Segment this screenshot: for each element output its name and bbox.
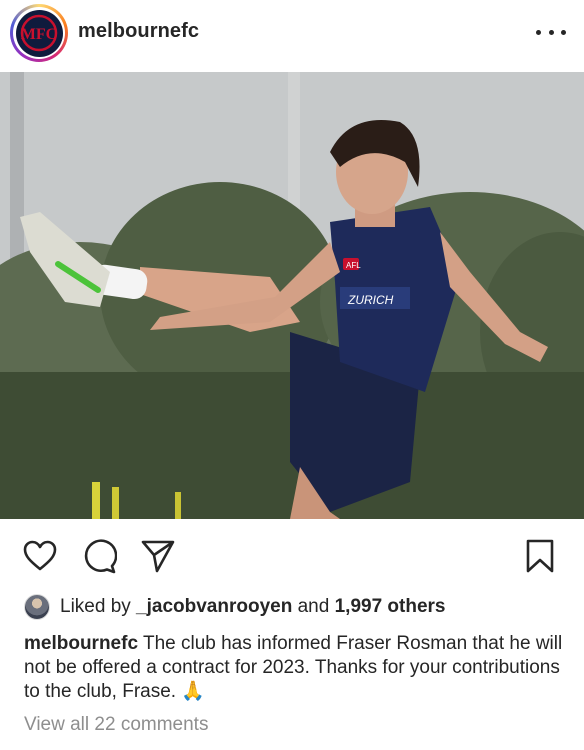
action-bar	[0, 519, 584, 589]
caption-username[interactable]: melbournefc	[24, 633, 138, 654]
likes-count[interactable]: 1,997 others	[335, 596, 446, 618]
afl-badge-text: AFL	[346, 261, 361, 270]
post-caption: melbournefc The club has informed Fraser…	[24, 632, 564, 704]
post-header: MFC melbournefc	[0, 0, 584, 72]
comment-icon[interactable]	[81, 538, 117, 574]
likes-middle: and	[292, 596, 335, 617]
liker-username[interactable]: _jacobvanrooyen	[136, 596, 292, 618]
avatar-monogram: MFC	[21, 26, 57, 43]
instagram-post: MFC melbournefc ZURICH AFL Liked by _jac…	[0, 0, 584, 750]
sponsor-text: ZURICH	[347, 293, 394, 307]
avatar[interactable]: MFC	[10, 4, 68, 62]
view-comments-link[interactable]: View all 22 comments	[24, 714, 208, 736]
post-photo[interactable]: ZURICH AFL	[0, 72, 584, 519]
more-horizontal-icon[interactable]	[536, 22, 566, 42]
likes-prefix: Liked by	[60, 596, 137, 617]
bookmark-icon[interactable]	[522, 538, 558, 574]
melbourne-fc-logo-icon: MFC	[15, 9, 63, 57]
post-username[interactable]: melbournefc	[78, 20, 199, 43]
likes-line: Liked by _jacobvanrooyen and 1,997 other…	[24, 592, 446, 622]
send-icon[interactable]	[140, 538, 176, 574]
heart-icon[interactable]	[22, 538, 58, 574]
liker-avatar[interactable]	[24, 594, 50, 620]
